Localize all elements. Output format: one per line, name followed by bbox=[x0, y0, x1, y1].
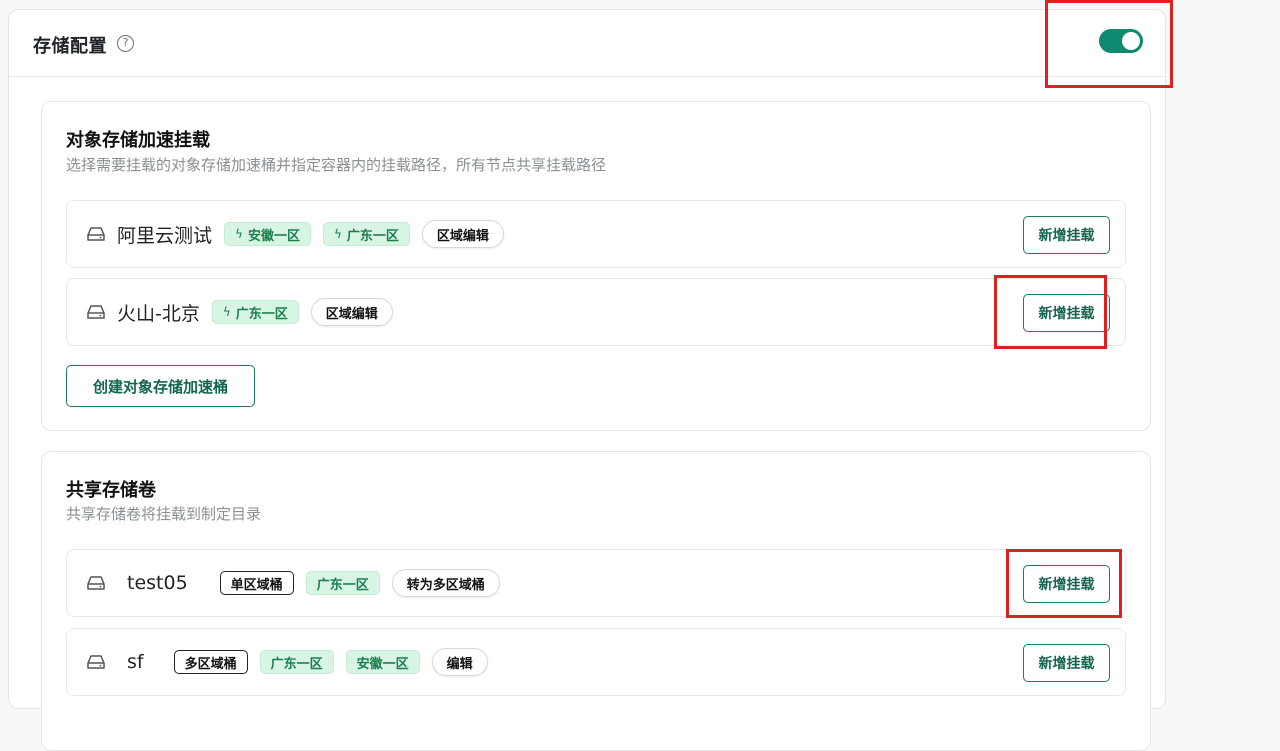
bolt-icon: ϟ bbox=[222, 305, 231, 319]
edit-button[interactable]: 编辑 bbox=[431, 648, 488, 676]
storage-toggle[interactable] bbox=[1099, 29, 1143, 53]
region-edit-button[interactable]: 区域编辑 bbox=[421, 220, 504, 248]
object-storage-title: 对象存储加速挂载 bbox=[66, 130, 210, 151]
region-tag: ϟ 广东一区 bbox=[211, 300, 299, 324]
object-storage-card: 对象存储加速挂载 选择需要挂载的对象存储加速桶并指定容器内的挂载路径，所有节点共… bbox=[41, 101, 1151, 431]
bucket-name: 火山-北京 bbox=[117, 302, 200, 325]
object-storage-description: 选择需要挂载的对象存储加速桶并指定容器内的挂载路径，所有节点共享挂载路径 bbox=[66, 156, 607, 174]
region-tag: ϟ 安徽一区 bbox=[224, 222, 311, 246]
volume-name: sf bbox=[127, 651, 144, 673]
region-tag: ϟ 广东一区 bbox=[322, 222, 410, 246]
bucket-row: 火山-北京 ϟ 广东一区 区域编辑 新增挂载 bbox=[66, 278, 1126, 346]
add-mount-button[interactable]: 新增挂载 bbox=[1023, 565, 1110, 603]
bucket-name: 阿里云测试 bbox=[117, 224, 213, 247]
hard-drive-icon bbox=[87, 227, 105, 241]
shared-volume-description: 共享存储卷将挂载到制定目录 bbox=[66, 505, 262, 523]
region-edit-button[interactable]: 区域编辑 bbox=[310, 298, 393, 326]
bucket-row: 阿里云测试 ϟ 安徽一区 ϟ 广东一区 区域编辑 新增挂载 bbox=[66, 200, 1126, 268]
convert-multi-region-button[interactable]: 转为多区域桶 bbox=[391, 569, 500, 597]
region-tag: 安徽一区 bbox=[345, 650, 420, 674]
storage-config-panel: 存储配置 ? 对象存储加速挂载 选择需要挂载的对象存储加速桶并指定容器内的挂载路… bbox=[8, 9, 1166, 751]
volume-row: sf 多区域桶 广东一区 安徽一区 编辑 新增挂载 bbox=[66, 628, 1126, 696]
shared-volume-card: 共享存储卷 共享存储卷将挂载到制定目录 test05 单区域桶 广东一区 转为多… bbox=[41, 451, 1151, 751]
add-mount-button[interactable]: 新增挂载 bbox=[1023, 644, 1110, 682]
bolt-icon: ϟ bbox=[333, 227, 342, 241]
hard-drive-icon bbox=[87, 305, 105, 319]
hard-drive-icon bbox=[87, 576, 105, 590]
volume-type-badge: 多区域桶 bbox=[173, 650, 248, 674]
add-mount-button[interactable]: 新增挂载 bbox=[1023, 216, 1110, 254]
help-icon[interactable]: ? bbox=[117, 35, 134, 52]
create-bucket-button[interactable]: 创建对象存储加速桶 bbox=[66, 365, 255, 407]
bolt-icon: ϟ bbox=[235, 227, 243, 241]
volume-row: test05 单区域桶 广东一区 转为多区域桶 新增挂载 bbox=[66, 549, 1126, 617]
panel-title: 存储配置 bbox=[33, 36, 107, 57]
toggle-knob bbox=[1122, 32, 1140, 50]
region-tag: 广东一区 bbox=[305, 571, 380, 595]
region-tag: 广东一区 bbox=[259, 650, 334, 674]
volume-type-badge: 单区域桶 bbox=[219, 571, 294, 595]
volume-name: test05 bbox=[127, 572, 188, 594]
add-mount-button[interactable]: 新增挂载 bbox=[1023, 294, 1110, 332]
panel-header: 存储配置 ? bbox=[9, 10, 1165, 77]
hard-drive-icon bbox=[87, 655, 105, 669]
shared-volume-title: 共享存储卷 bbox=[66, 480, 156, 501]
